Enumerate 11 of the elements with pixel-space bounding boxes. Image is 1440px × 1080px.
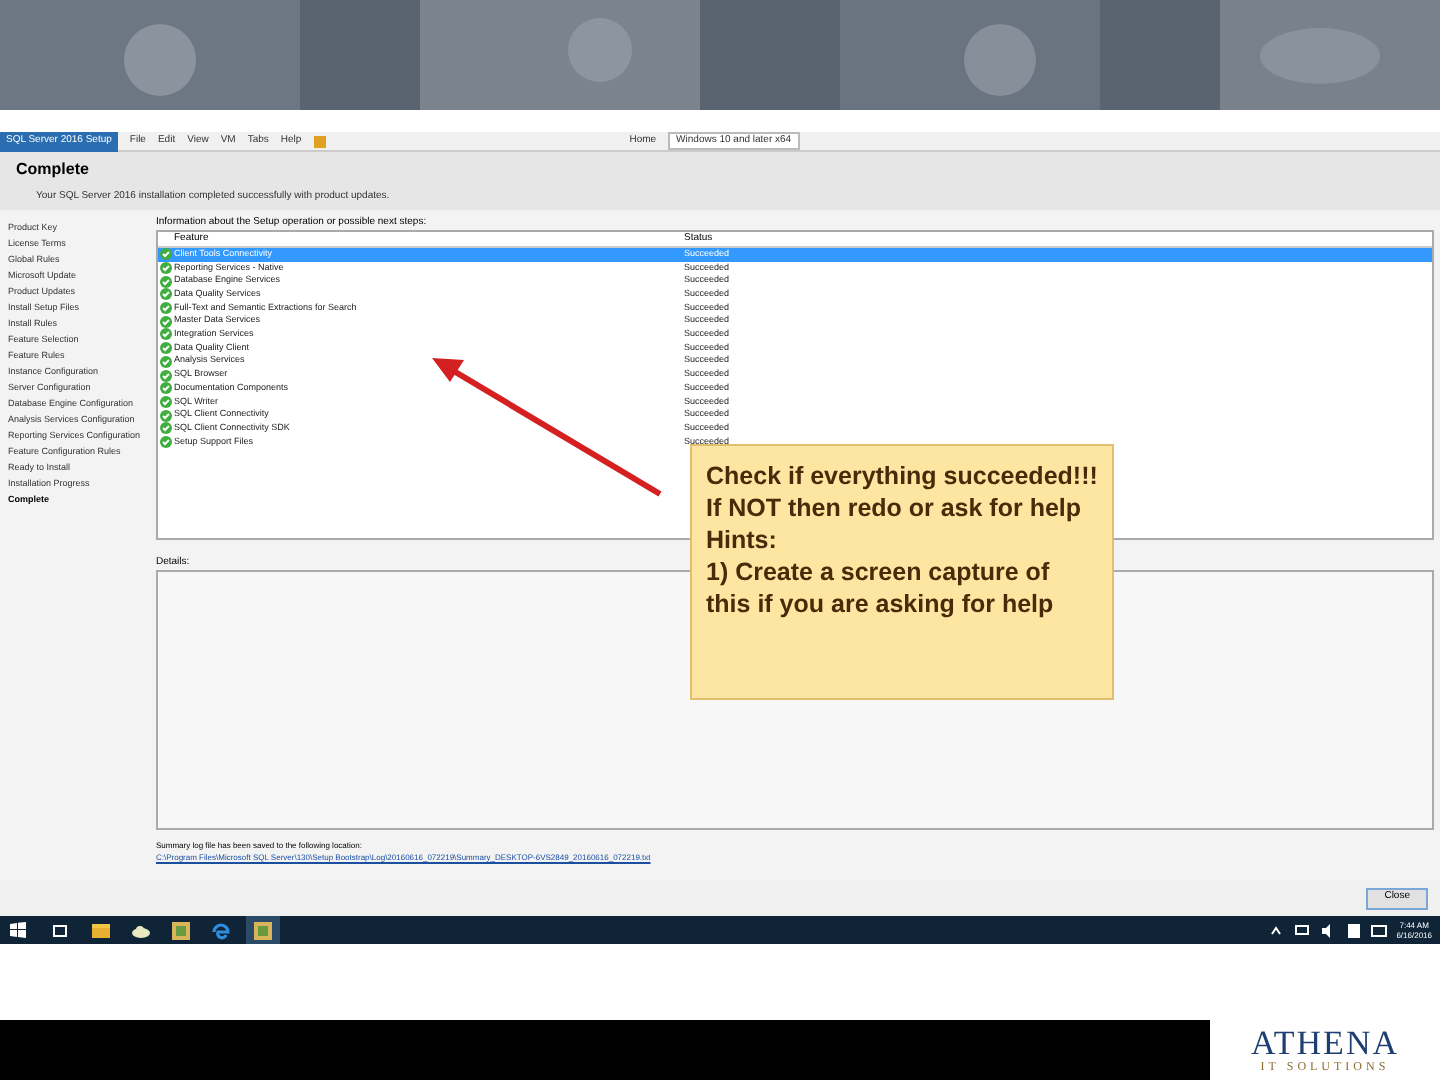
- logo-name: ATHENA: [1251, 1025, 1399, 1061]
- setup-icon[interactable]: [254, 921, 272, 939]
- start-icon[interactable]: [10, 922, 26, 938]
- file-explorer-icon[interactable]: [92, 922, 110, 938]
- task-view-icon[interactable]: [52, 923, 68, 937]
- tray-icons-drawing: [1268, 923, 1389, 937]
- edge-icon[interactable]: [212, 921, 230, 939]
- cloud-icon[interactable]: [132, 923, 150, 937]
- callout-note: Check if everything succeeded!!! If NOT then redo or ask for help Hints: 1) Create a screen capture of this if you are asking for help: [690, 444, 1114, 700]
- page-title: Complete: [16, 157, 91, 182]
- setup-icon[interactable]: [172, 921, 190, 939]
